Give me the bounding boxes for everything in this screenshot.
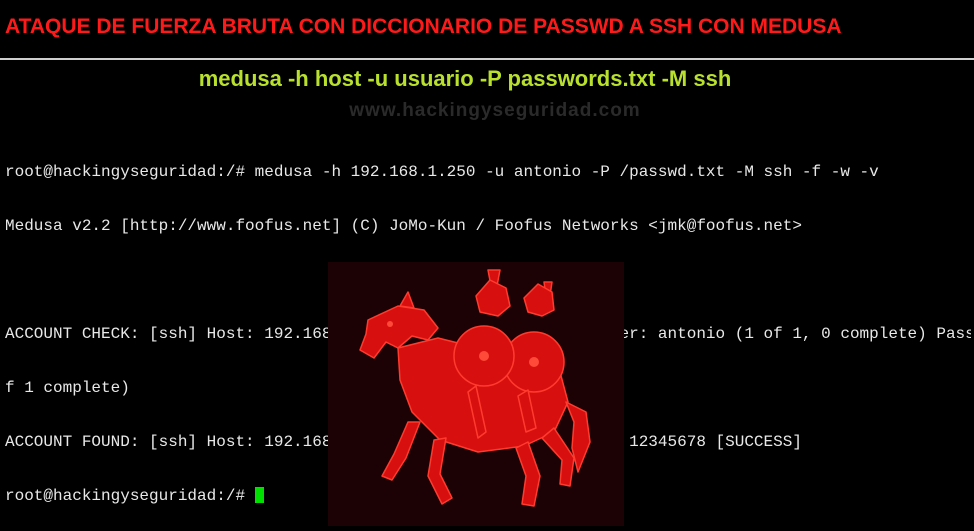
watermark: www.hackingyseguridad.com [349,100,641,121]
terminal-line: Medusa v2.2 [http://www.foofus.net] (C) … [5,217,802,235]
knight-on-horse-icon [359,269,591,507]
terminal-line: root@hackingyseguridad:/# medusa -h 192.… [5,163,879,181]
command-syntax-hint: medusa -h host -u usuario -P passwords.t… [198,66,732,91]
terminal-prompt: root@hackingyseguridad:/# [5,487,255,505]
terminal-cursor[interactable] [254,487,264,503]
medusa-knight-on-horse-logo [328,262,624,526]
title-bar: ATAQUE DE FUERZA BRUTA CON DICCIONARIO D… [0,0,974,60]
page-title: ATAQUE DE FUERZA BRUTA CON DICCIONARIO D… [5,15,842,38]
